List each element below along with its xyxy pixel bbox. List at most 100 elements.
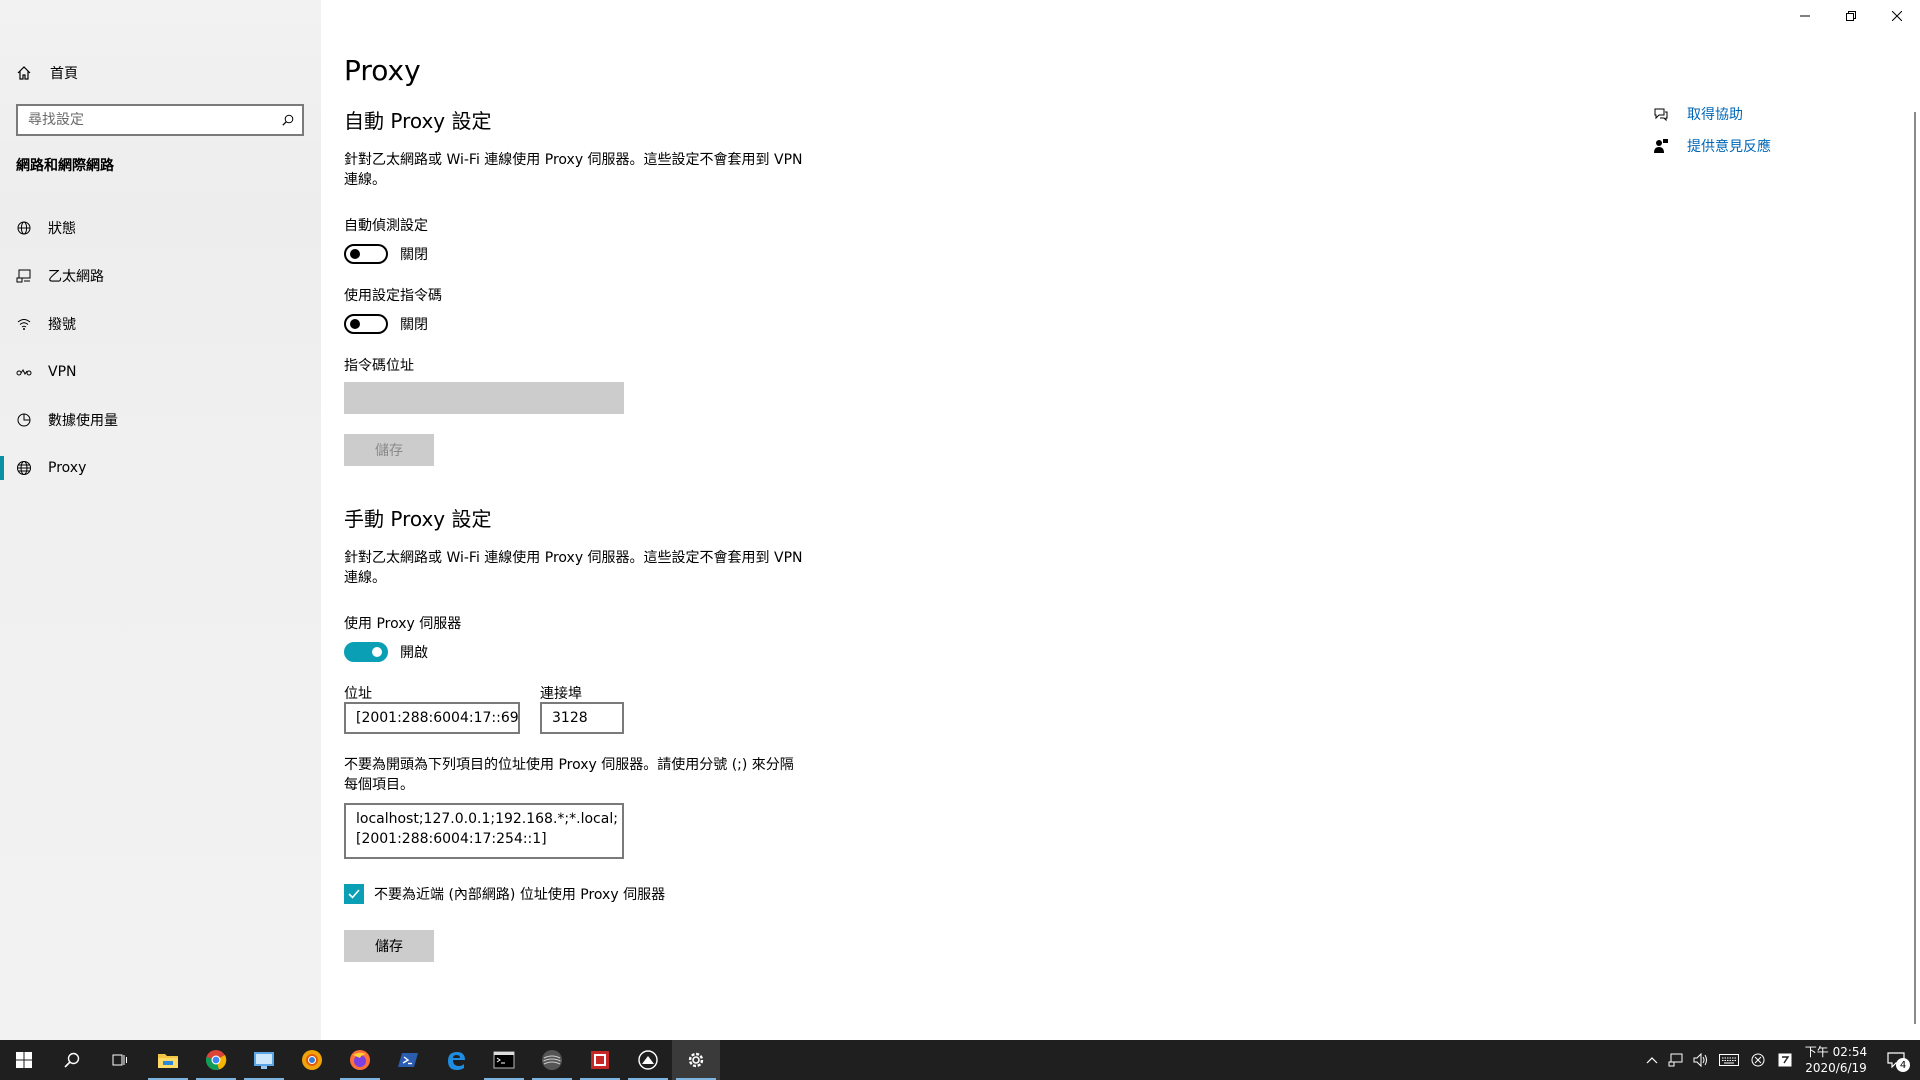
get-help-link[interactable]: 取得協助 [1653,98,1771,130]
setup-script-toggle-row: 關閉 [344,314,428,334]
minimize-icon [1800,15,1810,17]
keyboard-tray-button[interactable] [1712,1040,1746,1080]
powershell-icon [398,1053,418,1067]
script-address-label: 指令碼位址 [344,358,414,374]
section-title: 網路和網際網路 [16,158,114,174]
taskbar-firefox[interactable] [336,1040,384,1080]
search-icon [282,114,294,126]
port-input[interactable]: 3128 [540,702,624,734]
taskbar-chrome-canary[interactable] [288,1040,336,1080]
globe-icon [16,460,32,476]
sidebar-item-dialup[interactable]: 撥號 [0,300,321,348]
setup-script-label: 使用設定指令碼 [344,288,442,304]
sidebar-item-ethernet[interactable]: 乙太網路 [0,252,321,300]
help-chat-icon [1654,108,1668,122]
search-icon [64,1052,80,1068]
taskbar-file-explorer[interactable] [144,1040,192,1080]
manual-proxy-title: 手動 Proxy 設定 [344,507,492,531]
task-view-button[interactable] [96,1040,144,1080]
sidebar-item-vpn[interactable]: VPN [0,348,321,396]
ime-tray-button[interactable] [1746,1040,1770,1080]
input-mode-icon [1778,1053,1792,1067]
task-view-icon [112,1054,127,1066]
dialup-icon [16,316,32,332]
feedback-person-icon [1654,139,1668,153]
get-help-label: 取得協助 [1687,107,1743,123]
chevron-up-icon [1646,1057,1658,1064]
checkmark-icon [348,889,360,899]
chrome-icon [206,1050,227,1070]
auto-proxy-title: 自動 Proxy 設定 [344,109,492,133]
sidebar-item-label: 數據使用量 [48,413,118,429]
network-tray-button[interactable] [1664,1040,1688,1080]
sidebar-item-label: 狀態 [48,221,76,237]
auto-detect-label: 自動偵測設定 [344,218,428,234]
sidebar-item-label: Proxy [48,460,87,476]
taskbar-chrome[interactable] [192,1040,240,1080]
data-usage-icon [16,412,32,428]
taskbar: 下午 02:54 2020/6/19 4 [0,1040,1920,1080]
sidebar-item-data-usage[interactable]: 數據使用量 [0,396,321,444]
start-icon [16,1052,32,1068]
auto-detect-state: 關閉 [400,247,428,263]
close-icon [1892,11,1902,21]
script-address-input[interactable] [344,382,624,414]
port-label: 連接埠 [540,686,582,702]
taskbar-wireshark[interactable] [528,1040,576,1080]
sidebar-item-proxy[interactable]: Proxy [0,444,321,492]
setup-script-toggle[interactable] [344,314,388,334]
start-button[interactable] [0,1040,48,1080]
settings-search-box[interactable] [16,104,304,136]
sidebar-item-status[interactable]: 狀態 [0,204,321,252]
use-proxy-toggle[interactable] [344,642,388,662]
vpn-icon [16,364,32,380]
nav-home-label: 首頁 [50,66,78,82]
keyboard-icon [1719,1054,1739,1066]
input-mode-tray-button[interactable] [1770,1040,1800,1080]
setup-script-state: 關閉 [400,317,428,333]
manual-save-button[interactable]: 儲存 [344,930,434,962]
sidebar-item-label: 撥號 [48,317,76,333]
auto-save-button[interactable]: 儲存 [344,434,434,466]
wireshark-icon [542,1050,562,1070]
show-hidden-icons-button[interactable] [1640,1040,1664,1080]
app-icon [591,1051,609,1069]
restore-button[interactable] [1828,0,1874,32]
volume-icon [1693,1052,1707,1068]
taskbar-search-button[interactable] [48,1040,96,1080]
nav-home[interactable]: 首頁 [16,62,78,84]
auto-detect-toggle-row: 關閉 [344,244,428,264]
taskbar-remote-desktop[interactable] [240,1040,288,1080]
bypass-local-checkbox[interactable] [344,884,364,904]
feedback-link[interactable]: 提供意見反應 [1653,130,1771,162]
address-label: 位址 [344,686,372,702]
taskbar-bird-app[interactable] [624,1040,672,1080]
page-title: Proxy [344,54,421,87]
remote-desktop-icon [254,1052,274,1069]
taskbar-clock[interactable]: 下午 02:54 2020/6/19 [1800,1044,1872,1076]
taskbar-powershell[interactable] [384,1040,432,1080]
taskbar-settings[interactable] [672,1040,720,1080]
related-links: 取得協助 提供意見反應 [1653,98,1771,162]
terminal-icon [493,1051,515,1069]
use-proxy-toggle-row: 開啟 [344,642,428,662]
exceptions-textarea[interactable]: localhost;127.0.0.1;192.168.*;*.local;[2… [344,803,624,859]
address-input[interactable]: [2001:288:6004:17::69] [344,702,520,734]
home-icon [17,66,31,80]
auto-detect-toggle[interactable] [344,244,388,264]
minimize-button[interactable] [1782,0,1828,32]
use-proxy-label: 使用 Proxy 伺服器 [344,616,462,632]
window-controls [1782,0,1920,32]
settings-gear-icon [688,1052,704,1068]
bypass-local-row: 不要為近端 (內部網路) 位址使用 Proxy 伺服器 [344,884,665,904]
scrollbar[interactable] [1914,112,1916,1024]
taskbar-terminal[interactable] [480,1040,528,1080]
close-button[interactable] [1874,0,1920,32]
taskbar-app[interactable] [576,1040,624,1080]
bird-app-icon [638,1050,658,1070]
volume-tray-button[interactable] [1688,1040,1712,1080]
action-center-button[interactable]: 4 [1872,1040,1920,1080]
bypass-local-label: 不要為近端 (內部網路) 位址使用 Proxy 伺服器 [374,887,666,903]
settings-search-input[interactable] [28,112,258,128]
taskbar-edge[interactable] [432,1040,480,1080]
